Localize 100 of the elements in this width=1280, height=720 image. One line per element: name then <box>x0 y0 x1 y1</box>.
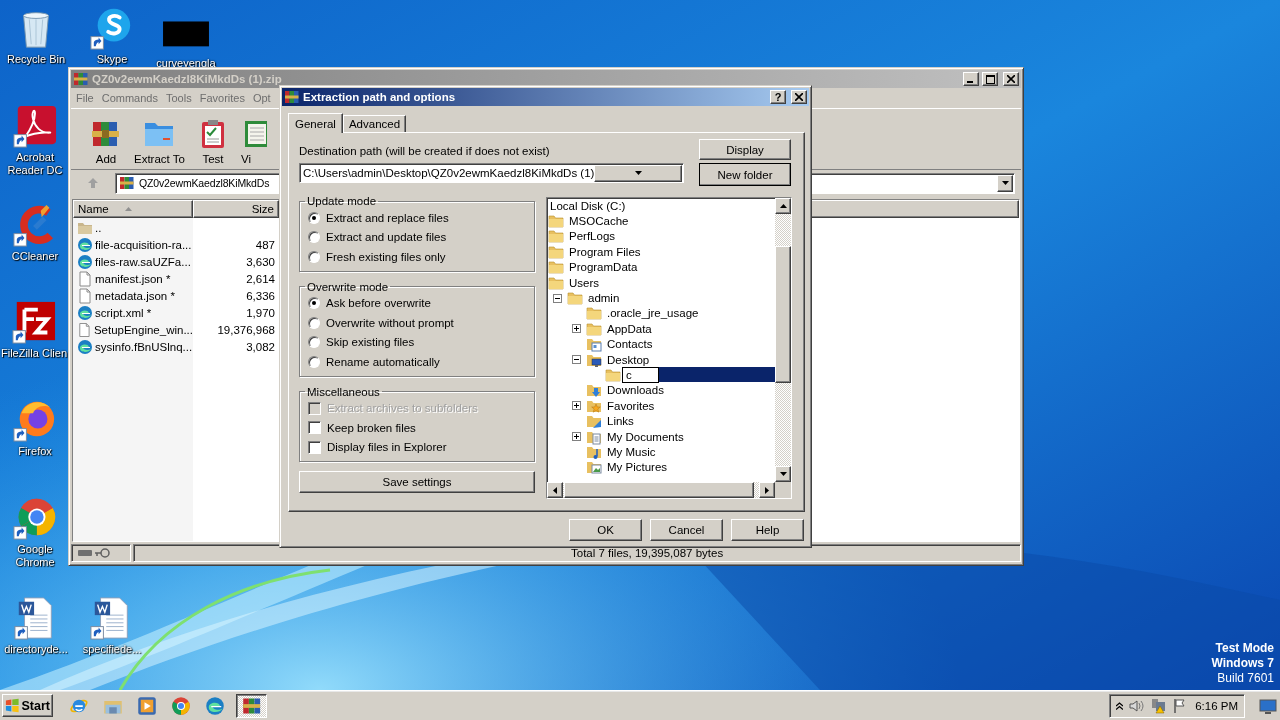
column-header[interactable]: Size <box>193 200 279 218</box>
help-button[interactable]: ? <box>770 90 786 104</box>
close-button[interactable] <box>791 90 807 104</box>
radio-button[interactable] <box>308 355 320 368</box>
scroll-left-button[interactable] <box>547 482 563 498</box>
scrollbar-thumb[interactable] <box>775 246 791 383</box>
expand-toggle[interactable] <box>572 432 581 442</box>
desktop-icon-label[interactable]: Recycle Bin <box>6 53 66 66</box>
tree-item[interactable]: Users <box>567 275 602 290</box>
tree-item[interactable]: Favorites <box>605 398 657 413</box>
toolbar-button[interactable]: Extract To <box>134 118 185 165</box>
tree-item[interactable]: Desktop <box>605 352 652 367</box>
option-label: Keep broken files <box>327 421 416 434</box>
menu-item[interactable]: Tools <box>162 92 196 104</box>
taskbar-app[interactable] <box>236 693 267 718</box>
dialog-button[interactable]: New folder <box>699 163 791 186</box>
status-text: Total 7 files, 19,395,087 bytes <box>571 547 724 559</box>
desktop-icon-label[interactable]: Skype <box>96 53 128 66</box>
edge-browser-icon <box>77 338 93 355</box>
minimize-button[interactable] <box>963 72 979 86</box>
scroll-right-button[interactable] <box>759 482 775 498</box>
scrollbar-corner <box>775 482 791 498</box>
start-button[interactable]: Start <box>2 694 53 717</box>
tree-item[interactable]: .oracle_jre_usage <box>605 306 701 321</box>
collapse-toggle[interactable] <box>553 293 562 303</box>
dropdown-button[interactable] <box>997 174 1013 192</box>
radio-button[interactable] <box>308 297 320 310</box>
checkbox[interactable] <box>308 421 321 435</box>
tree-item[interactable]: Links <box>605 414 636 429</box>
tree-item[interactable]: My Documents <box>605 429 686 444</box>
folder-icon <box>586 305 602 322</box>
network-warning-icon[interactable] <box>1151 697 1167 714</box>
ftp-app-icon <box>11 300 57 344</box>
tree-item[interactable]: admin <box>586 291 622 306</box>
tree-item[interactable]: Contacts <box>605 337 655 352</box>
save-settings-button[interactable]: Save settings <box>299 471 535 493</box>
option-label: Rename automatically <box>326 355 440 368</box>
menu-item[interactable]: Commands <box>97 92 162 104</box>
scroll-up-button[interactable] <box>775 198 791 214</box>
expand-toggle[interactable] <box>572 324 581 334</box>
dialog-button[interactable]: Cancel <box>650 519 723 541</box>
tree-item[interactable]: My Music <box>605 444 658 459</box>
tree-item[interactable]: Downloads <box>605 383 666 398</box>
toolbar-button[interactable]: Add <box>86 118 126 165</box>
rename-field[interactable]: c <box>622 367 659 383</box>
file-name[interactable]: manifest.json * <box>95 272 171 285</box>
desktop-icon-label[interactable]: FileZilla Clien <box>1 347 67 360</box>
start-logo-icon <box>5 698 20 713</box>
collapse-toggle[interactable] <box>572 355 581 365</box>
tree-item[interactable]: AppData <box>605 321 654 336</box>
checkbox[interactable] <box>308 440 321 454</box>
dropdown-button[interactable] <box>594 164 682 182</box>
radio-button[interactable] <box>308 211 320 224</box>
toolbar-button[interactable]: Vi <box>240 118 271 165</box>
toolbar-button[interactable]: Test <box>192 118 233 165</box>
file-name[interactable]: sysinfo.fBnUSlnq... <box>95 340 193 353</box>
horizontal-scrollbar[interactable] <box>547 482 775 498</box>
file-name[interactable]: script.xml * <box>95 306 152 319</box>
desktop-icon-label[interactable]: Firefox <box>18 445 52 458</box>
desktop-icon-label[interactable]: CCleaner <box>11 250 59 263</box>
flag-icon[interactable] <box>1173 697 1187 714</box>
tab[interactable]: General <box>288 113 343 133</box>
destination-path-field[interactable]: C:\Users\admin\Desktop\QZ0v2ewmKaedzl8KiMkdDs (1) <box>299 163 684 183</box>
file-name[interactable]: .. <box>95 221 102 234</box>
scrollbar-thumb[interactable] <box>564 482 754 498</box>
dialog-button[interactable]: OK <box>569 519 642 541</box>
vertical-scrollbar[interactable] <box>775 198 791 482</box>
tree-item[interactable]: Program Files <box>567 244 643 259</box>
menu-item[interactable]: Opt <box>248 92 275 104</box>
monitor-icon[interactable] <box>1259 697 1277 714</box>
tree-item[interactable]: My Pictures <box>605 460 670 475</box>
maximize-button[interactable] <box>982 72 998 86</box>
sort-arrow-icon <box>124 207 132 211</box>
close-button[interactable] <box>1003 72 1019 86</box>
archive-books-icon <box>284 89 300 105</box>
tree-item[interactable]: PerfLogs <box>567 229 618 244</box>
tree-item[interactable]: Local Disk (C:) <box>548 198 628 213</box>
desktop-icon-label[interactable]: Acrobat Reader DC <box>2 151 68 177</box>
tab[interactable]: Advanced <box>342 115 407 132</box>
column-header[interactable]: Name <box>73 200 193 218</box>
desktop-icon-label[interactable]: curveyengla <box>156 57 216 70</box>
speaker-icon[interactable] <box>1129 698 1145 713</box>
file-name[interactable]: file-acquisition-ra... <box>95 238 192 251</box>
file-name[interactable]: metadata.json * <box>95 289 175 302</box>
dialog-button[interactable]: Display <box>699 139 791 160</box>
tree-item[interactable]: MSOCache <box>567 214 631 229</box>
file-icon <box>77 287 93 304</box>
radio-button[interactable] <box>308 336 320 349</box>
chevron-up-icon[interactable] <box>1116 701 1123 710</box>
archive-books-icon <box>73 71 89 87</box>
radio-button[interactable] <box>308 231 320 244</box>
file-name[interactable]: files-raw.saUZFa... <box>95 255 191 268</box>
radio-button[interactable] <box>308 316 320 329</box>
expand-toggle[interactable] <box>572 401 581 411</box>
file-name[interactable]: SetupEngine_win... <box>93 323 193 336</box>
dialog-button[interactable]: Help <box>731 519 804 541</box>
scroll-down-button[interactable] <box>775 466 791 482</box>
folder-icon <box>548 274 564 291</box>
tree-item[interactable]: ProgramData <box>567 260 640 275</box>
clock[interactable]: 6:16 PM <box>1195 699 1238 712</box>
